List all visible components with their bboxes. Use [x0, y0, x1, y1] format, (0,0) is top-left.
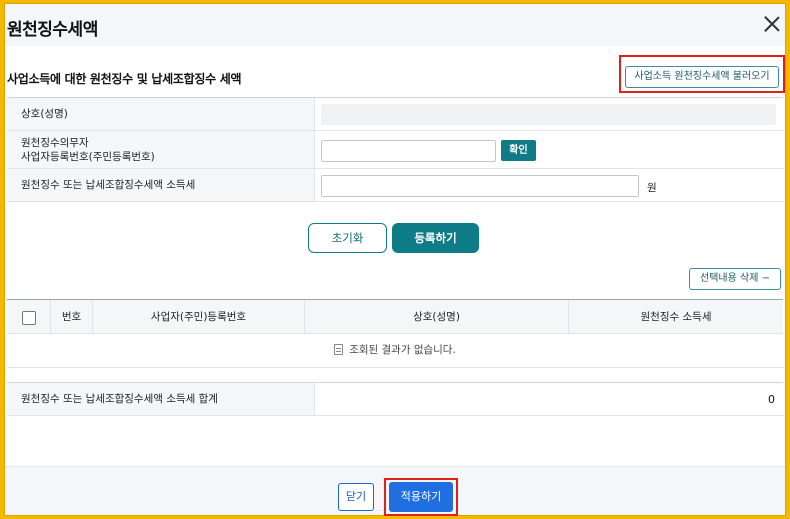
- load-withholding-tax-button[interactable]: 사업소득 원천징수세액 불러오기: [625, 66, 779, 88]
- business-name-field: [321, 104, 776, 125]
- form-label: 원천징수 또는 납세조합징수세액 소득세: [7, 169, 315, 201]
- column-header-number: 번호: [51, 300, 93, 334]
- total-label: 원천징수 또는 납세조합징수세액 소득세 합계: [7, 383, 315, 415]
- confirm-button[interactable]: 확인: [501, 140, 536, 161]
- income-tax-input[interactable]: [321, 175, 639, 197]
- total-value: 0: [768, 393, 775, 406]
- currency-unit: 원: [647, 182, 657, 194]
- delete-selected-button[interactable]: 선택내용 삭제 −: [689, 268, 781, 290]
- form-label: 원천징수의무자 사업자등록번호(주민등록번호): [7, 131, 315, 168]
- registration-number-input[interactable]: [321, 140, 496, 162]
- select-all-checkbox[interactable]: [22, 311, 36, 325]
- form-row-income-tax: 원천징수 또는 납세조합징수세액 소득세 원: [7, 169, 783, 202]
- registration-number-label: 사업자등록번호(주민등록번호): [21, 150, 155, 163]
- select-all-cell: [7, 300, 51, 334]
- close-icon[interactable]: [761, 13, 783, 35]
- section-title: 사업소득에 대한 원천징수 및 납세조합징수 세액: [7, 72, 242, 86]
- withholding-tax-dialog: 원천징수세액 사업소득에 대한 원천징수 및 납세조합징수 세액 사업소득 원천…: [4, 3, 786, 516]
- column-header-business-name: 상호(성명): [305, 300, 569, 334]
- document-icon: [334, 344, 344, 355]
- empty-results-row: 조회된 결과가 없습니다.: [7, 334, 783, 368]
- column-header-registration-number: 사업자(주민)등록번호: [93, 300, 305, 334]
- form-row-registration-number: 원천징수의무자 사업자등록번호(주민등록번호) 확인: [7, 131, 783, 169]
- withholding-agent-label: 원천징수의무자: [21, 136, 89, 149]
- empty-message: 조회된 결과가 없습니다.: [349, 344, 456, 356]
- form-label: 상호(성명): [7, 98, 315, 130]
- register-button[interactable]: 등록하기: [392, 223, 479, 253]
- total-row: 원천징수 또는 납세조합징수세액 소득세 합계 0: [7, 382, 783, 416]
- form-row-name: 상호(성명): [7, 98, 783, 131]
- column-header-income-tax: 원천징수 소득세: [640, 311, 712, 323]
- close-button[interactable]: 닫기: [338, 483, 374, 511]
- dialog-title: 원천징수세액: [7, 20, 98, 40]
- results-grid: 번호 사업자(주민)등록번호 상호(성명) 원천징수 소득세 조회된 결과가 없…: [7, 299, 783, 368]
- grid-header: 번호 사업자(주민)등록번호 상호(성명) 원천징수 소득세: [7, 300, 783, 334]
- dialog-header: 원천징수세액: [5, 4, 785, 46]
- dialog-footer: 닫기 적용하기: [5, 466, 785, 516]
- income-tax-label: 원천징수 또는 납세조합징수세액 소득세: [21, 179, 196, 191]
- input-form: 상호(성명) 원천징수의무자 사업자등록번호(주민등록번호) 확인 원천징수 또…: [7, 97, 783, 202]
- reset-button[interactable]: 초기화: [308, 223, 387, 253]
- business-name-label: 상호(성명): [21, 108, 68, 120]
- apply-button[interactable]: 적용하기: [389, 482, 453, 512]
